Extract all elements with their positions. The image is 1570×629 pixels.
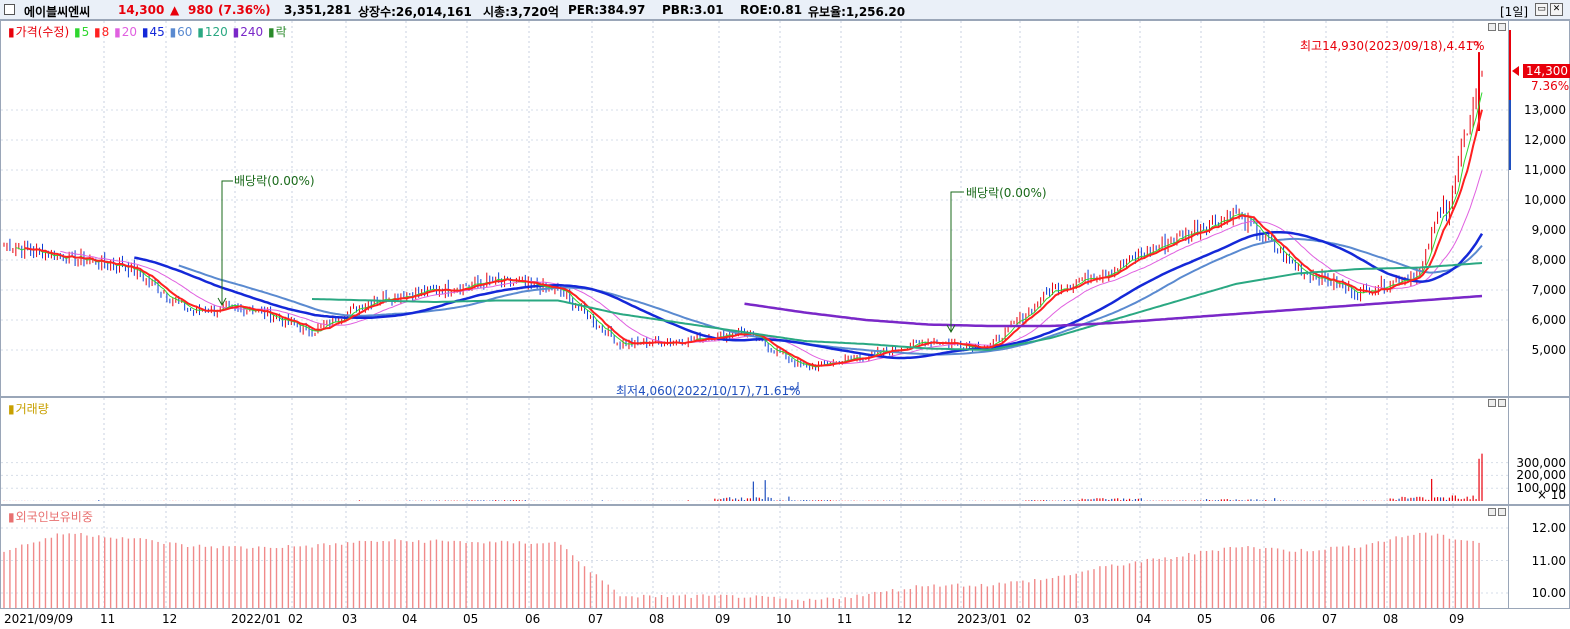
x-tick-label: 11 bbox=[837, 612, 853, 626]
current-price-arrow-icon bbox=[1512, 66, 1519, 76]
y-tick-label: 12,000 bbox=[1524, 133, 1566, 147]
x-tick-label: 07 bbox=[588, 612, 604, 626]
y-tick-label: 13,000 bbox=[1524, 103, 1566, 117]
x-tick-label: 12 bbox=[897, 612, 913, 626]
panel-close-icon[interactable] bbox=[1498, 23, 1506, 31]
legend-price-title: 가격(수정) bbox=[15, 25, 70, 39]
x-tick-label: 09 bbox=[715, 612, 731, 626]
x-tick-label: 11 bbox=[100, 612, 116, 626]
panel-close-icon[interactable] bbox=[1498, 399, 1506, 407]
legend-ma-45: 45 bbox=[149, 25, 165, 39]
y-tick-label: 12.00 bbox=[1531, 521, 1566, 535]
legend-ma-120: 120 bbox=[204, 25, 228, 39]
current-pct-tag: 7.36% bbox=[1531, 79, 1570, 93]
y-tick-label: 11.00 bbox=[1531, 553, 1566, 568]
x-tick-label: 05 bbox=[1197, 612, 1213, 626]
x-tick-label: 08 bbox=[649, 612, 665, 626]
x-tick-label: 02 bbox=[288, 612, 304, 626]
y-tick-label: 5,000 bbox=[1531, 343, 1566, 357]
y-tick-label: 9,000 bbox=[1531, 223, 1566, 237]
y-tick-label: 6,000 bbox=[1531, 313, 1566, 327]
volume-legend: ▮거래량 bbox=[8, 402, 49, 416]
ma-20-line bbox=[60, 170, 1483, 365]
x-tick-label: 04 bbox=[402, 612, 418, 626]
legend-ma-5: 5 bbox=[81, 25, 90, 39]
ma-8-line bbox=[24, 109, 1483, 367]
dividend-marker-line bbox=[950, 191, 964, 332]
legend-ma-60: 60 bbox=[177, 25, 193, 39]
panel-minimize-icon[interactable] bbox=[1488, 399, 1496, 407]
x-tick-label: 07 bbox=[1322, 612, 1338, 626]
foreign-legend: ▮외국인보유비중 bbox=[8, 510, 93, 524]
x-tick-label: 02 bbox=[1016, 612, 1032, 626]
x-tick-label: 2023/01 bbox=[957, 612, 1007, 626]
low-annotation: 최저4,060(2022/10/17),71.61% bbox=[616, 384, 801, 398]
y-tick-label: 11,000 bbox=[1524, 163, 1566, 177]
current-price-tag: 14,300 bbox=[1523, 64, 1570, 78]
x-tick-label: 06 bbox=[1260, 612, 1276, 626]
volume-legend-label: 거래량 bbox=[15, 402, 49, 416]
panel-close-icon[interactable] bbox=[1498, 508, 1506, 516]
dividend-annotation-1: 배당락(0.00%) bbox=[234, 174, 315, 188]
foreign-legend-label: 외국인보유비중 bbox=[15, 510, 93, 524]
x-tick-label: 12 bbox=[162, 612, 178, 626]
y-tick-label: 7,000 bbox=[1531, 283, 1566, 297]
x-tick-label: 2022/01 bbox=[231, 612, 281, 626]
y-tick-label: × 10 bbox=[1536, 488, 1566, 502]
x-tick-label: 08 bbox=[1383, 612, 1399, 626]
legend-ma-8: 8 bbox=[101, 25, 110, 39]
x-tick-label: 04 bbox=[1136, 612, 1152, 626]
y-tick-label: 10.00 bbox=[1531, 586, 1566, 600]
high-annotation: 최고14,930(2023/09/18),4.41% bbox=[1300, 39, 1485, 53]
x-tick-label: 09 bbox=[1449, 612, 1465, 626]
legend-ma-20: 20 bbox=[121, 25, 138, 39]
ma-45-line bbox=[134, 230, 1484, 360]
ma-240-line bbox=[744, 294, 1483, 328]
x-tick-label: 03 bbox=[342, 612, 358, 626]
price-legend: ▮가격(수정) ▮5 ▮8 ▮20 ▮45 ▮60 ▮120 ▮240 ▮락 bbox=[8, 25, 287, 39]
x-tick-label: 05 bbox=[463, 612, 479, 626]
y-tick-label: 10,000 bbox=[1524, 193, 1566, 207]
x-tick-label: 03 bbox=[1074, 612, 1090, 626]
x-tick-label: 10 bbox=[776, 612, 792, 626]
ma-120-line bbox=[311, 262, 1483, 352]
legend-dividend: 락 bbox=[275, 25, 287, 39]
x-tick-label: 06 bbox=[525, 612, 541, 626]
dividend-annotation-2: 배당락(0.00%) bbox=[966, 186, 1047, 200]
chart-canvas bbox=[1, 21, 1519, 608]
x-tick-label: 2021/09/09 bbox=[4, 612, 74, 626]
ma-5-line bbox=[15, 92, 1483, 368]
y-tick-label: 8,000 bbox=[1531, 253, 1566, 267]
panel-minimize-icon[interactable] bbox=[1488, 23, 1496, 31]
panel-minimize-icon[interactable] bbox=[1488, 508, 1496, 516]
legend-ma-240: 240 bbox=[240, 25, 264, 39]
